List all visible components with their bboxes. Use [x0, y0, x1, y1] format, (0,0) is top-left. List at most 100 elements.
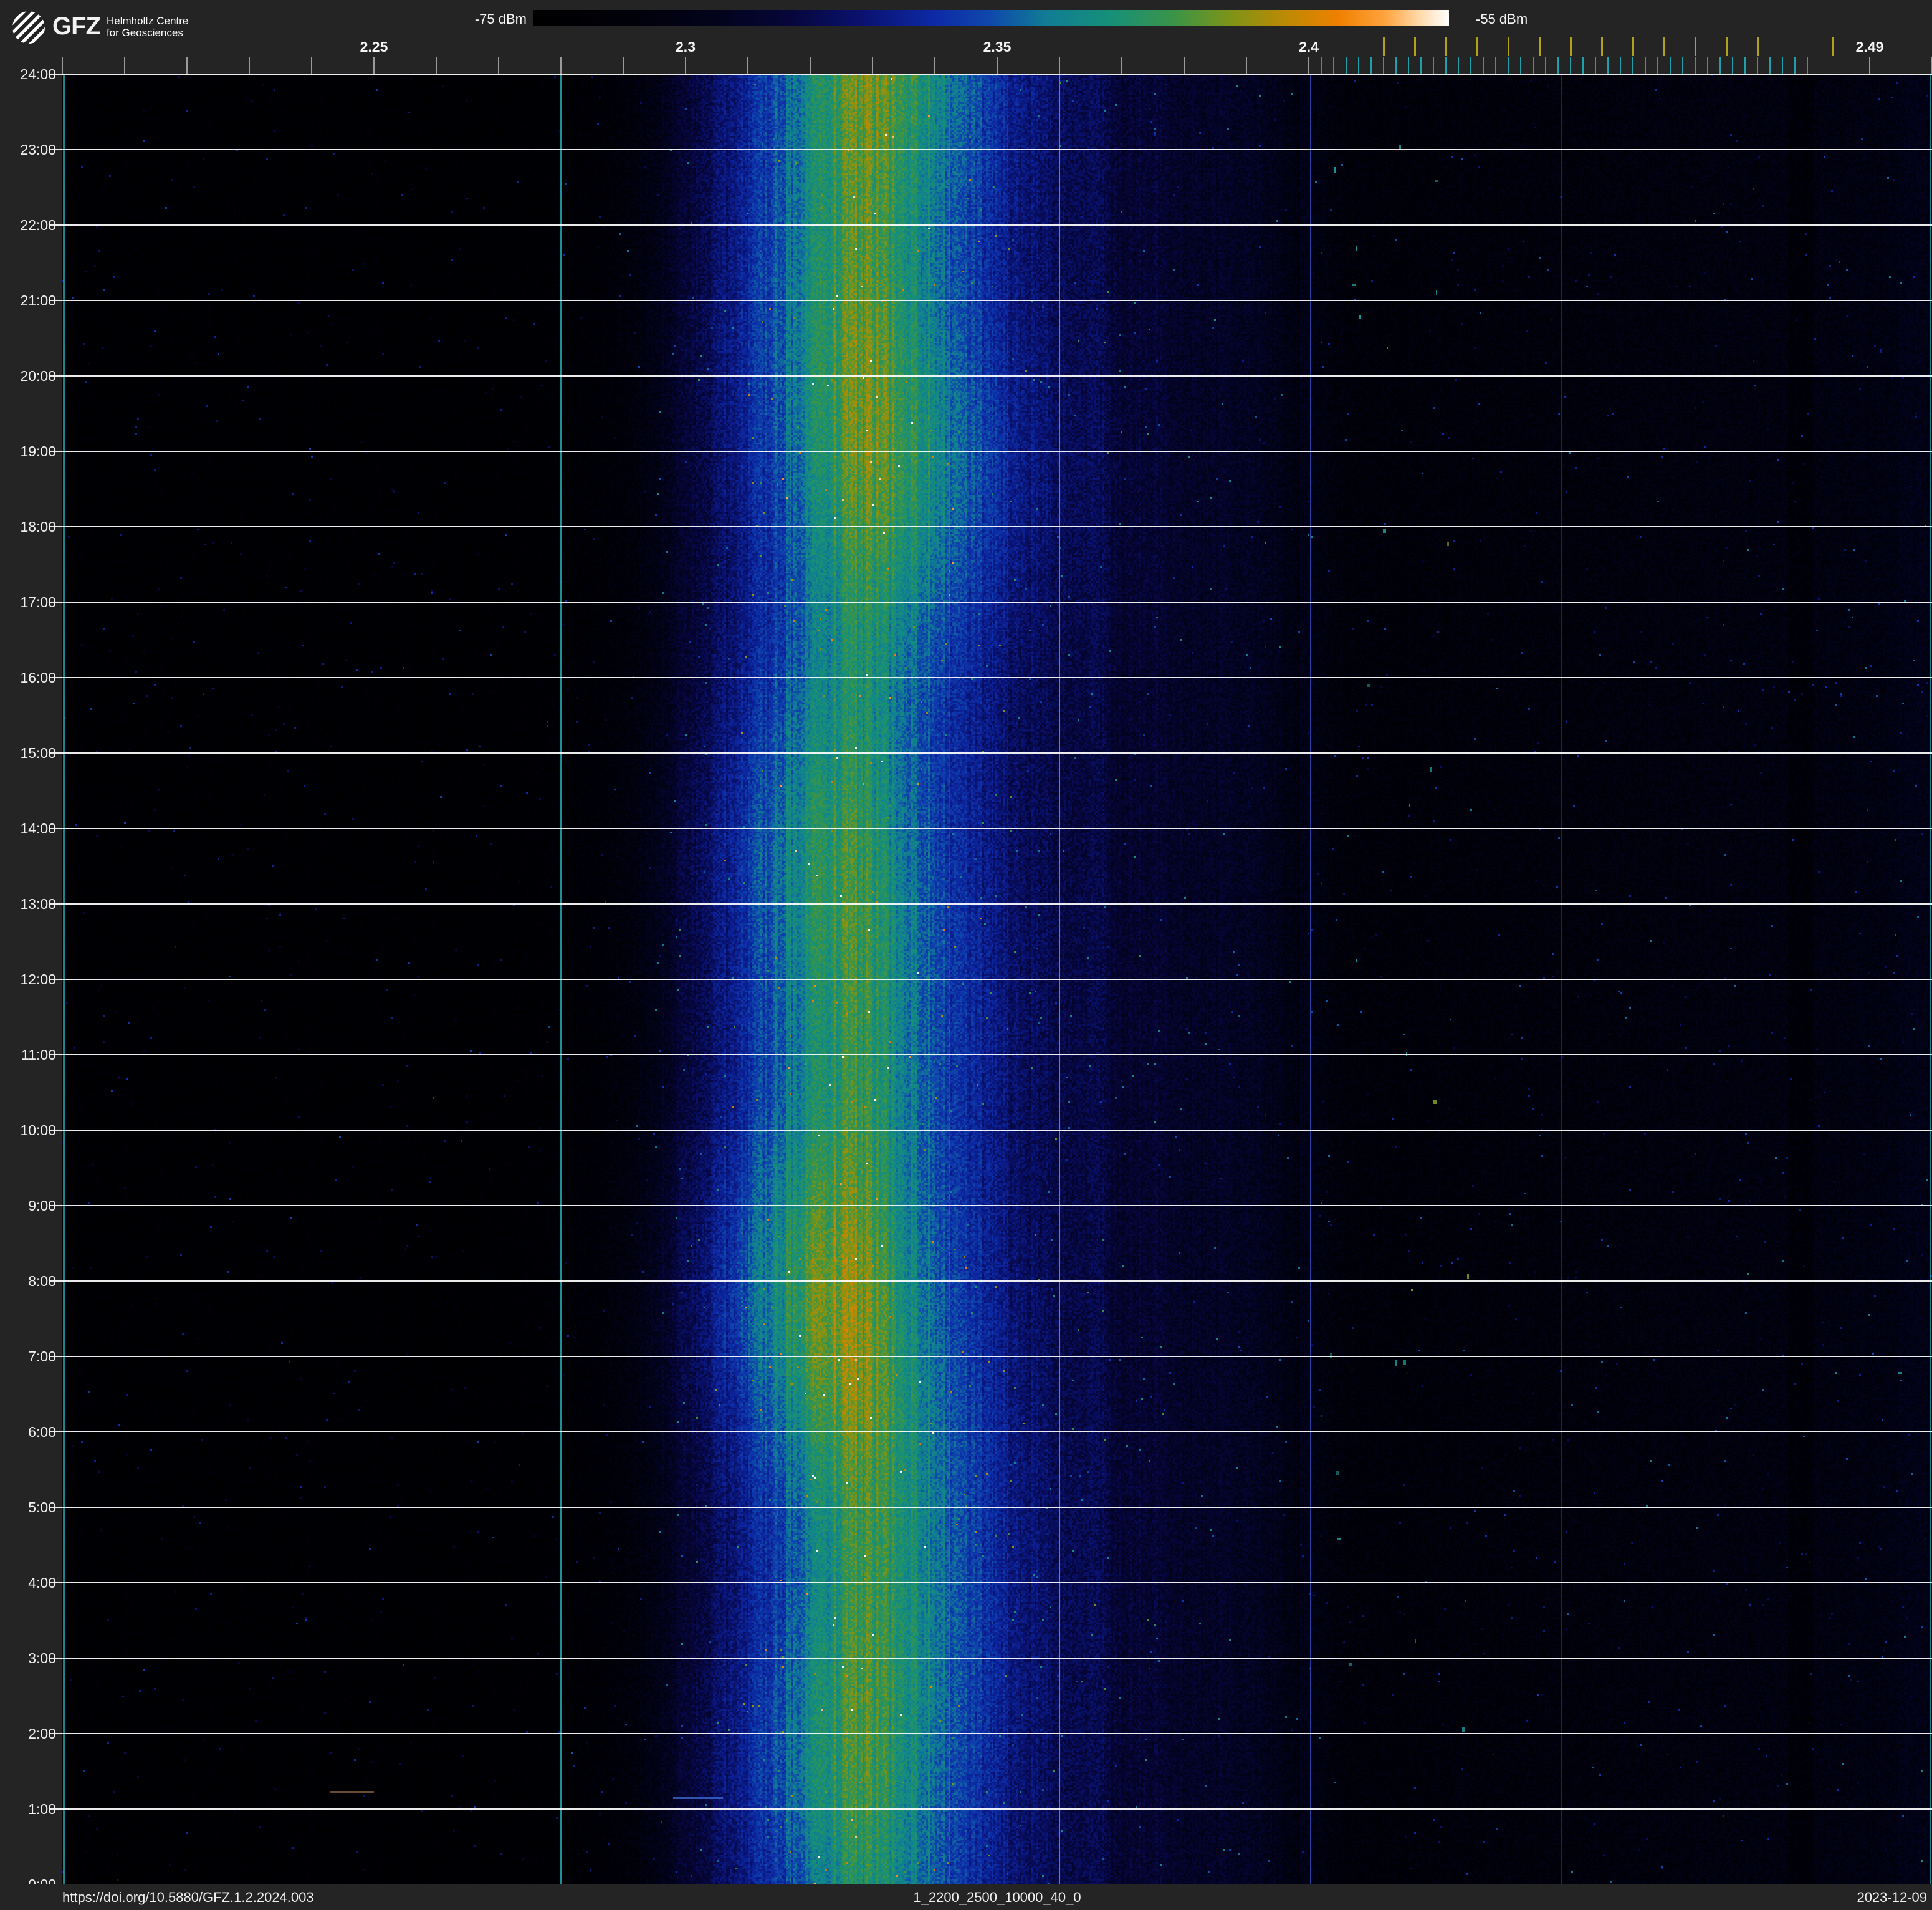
- wifi-channel-tick: [1632, 37, 1634, 56]
- ble-channel-tick: [1695, 57, 1696, 74]
- freq-axis-label: 2.4: [1299, 39, 1319, 55]
- wifi-channel-tick: [1539, 37, 1541, 56]
- wifi-channel-tick: [1508, 37, 1509, 56]
- ble-channel-tick: [1383, 57, 1384, 74]
- ble-channel-tick: [1358, 57, 1359, 74]
- minor-tick: [186, 57, 188, 74]
- ble-channel-tick: [1782, 57, 1783, 74]
- rf-burst-speck: [1433, 1100, 1437, 1105]
- ble-channel-tick: [1495, 57, 1496, 74]
- ble-channel-tick: [1632, 57, 1633, 74]
- gfz-logo-subtitle: Helmholtz Centre for Geosciences: [107, 15, 188, 39]
- ble-channel-tick: [1333, 57, 1334, 74]
- minor-tick: [872, 57, 873, 74]
- wifi-channel-tick: [1726, 37, 1728, 56]
- ble-channel-tick: [1719, 57, 1721, 74]
- wifi-channel-tick: [1570, 37, 1572, 56]
- hour-gridline: [50, 1733, 1932, 1734]
- ble-channel-tick: [1670, 57, 1671, 74]
- rf-burst-speck: [1356, 246, 1357, 251]
- rf-burst-speck: [1333, 167, 1336, 173]
- rf-burst-speck: [1402, 1360, 1406, 1365]
- hour-label: 8:00: [28, 1273, 56, 1289]
- rf-burst-speck: [1467, 1274, 1470, 1280]
- hour-label: 23:00: [20, 142, 56, 158]
- minor-tick: [1308, 57, 1309, 74]
- wifi-channel-tick: [1663, 37, 1665, 56]
- dataset-name: 1_2200_2500_10000_40_0: [913, 1889, 1081, 1905]
- gfz-globe-icon: [12, 11, 45, 44]
- ble-channel-tick: [1769, 57, 1771, 74]
- freq-axis-label: 2.25: [360, 39, 388, 55]
- freq-axis-label: 2.3: [676, 39, 696, 55]
- hour-gridline: [50, 1658, 1932, 1659]
- rf-burst-speck: [1461, 1727, 1465, 1732]
- minor-tick: [1184, 57, 1185, 74]
- rf-burst-speck: [1386, 346, 1389, 349]
- minor-tick: [997, 57, 998, 74]
- hour-label: 18:00: [20, 519, 56, 535]
- ble-channel-tick: [1321, 57, 1322, 74]
- hour-label: 1:00: [28, 1801, 56, 1817]
- colorbar-max-label: -55 dBm: [1476, 11, 1528, 27]
- hour-label: 2:00: [28, 1725, 56, 1742]
- hour-gridline: [50, 677, 1932, 678]
- rf-burst-speck: [1352, 284, 1356, 287]
- ble-channel-tick: [1483, 57, 1484, 74]
- hour-gridline: [50, 224, 1932, 226]
- minor-tick: [685, 57, 686, 74]
- ble-channel-tick: [1595, 57, 1596, 74]
- hour-gridline: [50, 1205, 1932, 1206]
- minor-tick: [498, 57, 499, 74]
- hour-gridline: [50, 300, 1932, 301]
- doi-link[interactable]: https://doi.org/10.5880/GFZ.1.2.2024.003: [62, 1889, 314, 1906]
- rf-burst-speck: [1414, 1639, 1416, 1644]
- rf-burst-speck: [1337, 1538, 1341, 1541]
- hour-label: 9:00: [28, 1197, 56, 1214]
- freq-axis-label: 2.49: [1855, 39, 1884, 55]
- hour-label: 20:00: [20, 368, 56, 384]
- rf-burst-speck: [1367, 684, 1370, 687]
- ble-channel-tick: [1470, 57, 1471, 74]
- ble-channel-tick: [1607, 57, 1609, 74]
- ble-channel-tick: [1520, 57, 1521, 74]
- hour-gridline: [50, 979, 1932, 980]
- minor-tick: [311, 57, 312, 74]
- minor-tick: [934, 57, 935, 74]
- hour-label: 6:00: [28, 1424, 56, 1440]
- hour-label: 4:00: [28, 1575, 56, 1591]
- minor-tick: [62, 57, 63, 74]
- hour-gridline: [50, 1582, 1932, 1583]
- hour-label: 12:00: [20, 971, 56, 987]
- wifi-channel-tick: [1832, 37, 1834, 56]
- wifi-channel-tick: [1695, 37, 1696, 56]
- hour-label: 15:00: [20, 745, 56, 761]
- ble-channel-tick: [1395, 57, 1397, 74]
- ble-channel-tick: [1370, 57, 1372, 74]
- ble-channel-tick: [1557, 57, 1559, 74]
- rf-burst-speck: [1394, 1360, 1397, 1366]
- hour-label: 3:00: [28, 1650, 56, 1666]
- ble-channel-tick: [1545, 57, 1546, 74]
- colorbar: [533, 10, 1449, 26]
- hour-label: 17:00: [20, 594, 56, 610]
- wifi-channel-tick: [1383, 37, 1385, 56]
- ble-channel-tick: [1445, 57, 1447, 74]
- wifi-channel-tick: [1476, 37, 1478, 56]
- rf-burst-speck: [1408, 803, 1410, 808]
- minor-tick: [1121, 57, 1122, 74]
- ble-channel-tick: [1657, 57, 1658, 74]
- rf-burst-speck: [1435, 179, 1438, 182]
- wifi-channel-tick: [1601, 37, 1603, 56]
- hour-label: 11:00: [21, 1047, 56, 1063]
- signal-event-dash: [330, 1791, 374, 1794]
- ble-channel-tick: [1807, 57, 1808, 74]
- spectrogram-plot: 24:00 23:00 22:00 21:00 20:00 19:00 18:00 17:00…: [0, 66, 1932, 1893]
- gfz-subtitle-line1: Helmholtz Centre: [106, 15, 189, 27]
- hour-gridline: [50, 1054, 1932, 1055]
- rf-burst-speck: [1430, 766, 1432, 772]
- minor-tick: [436, 57, 437, 74]
- hour-label: 24:00: [20, 66, 56, 82]
- minor-tick: [1246, 57, 1247, 74]
- hour-gridline: [50, 1808, 1932, 1810]
